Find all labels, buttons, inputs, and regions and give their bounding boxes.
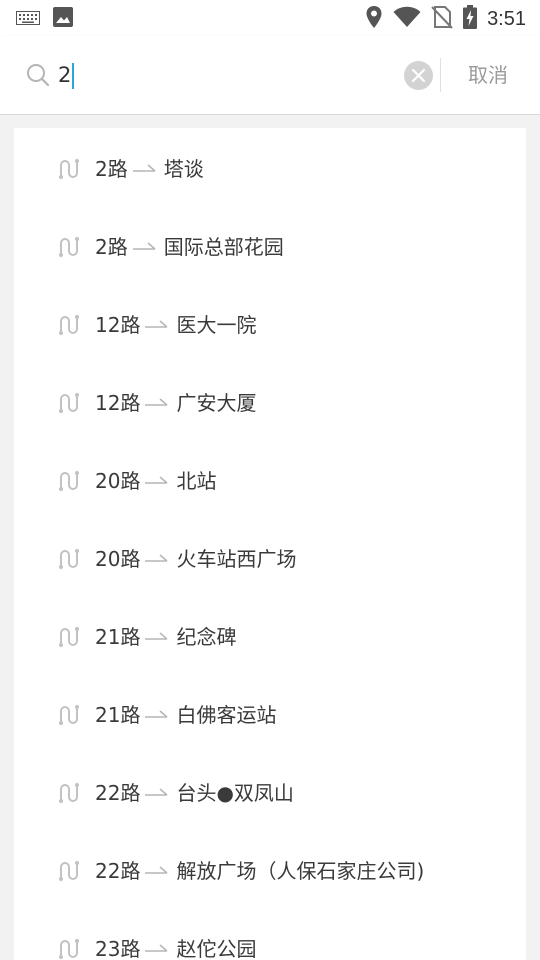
bus-route-icon	[58, 236, 80, 258]
clear-search-button[interactable]	[404, 61, 433, 90]
no-sim-icon	[431, 5, 453, 33]
route-name: 2路	[95, 157, 128, 181]
destination-name: 塔谈	[163, 157, 204, 181]
result-item[interactable]: 2路 塔谈	[14, 130, 526, 208]
result-item[interactable]: 21路 白佛客运站	[14, 676, 526, 754]
bus-route-icon	[58, 782, 80, 804]
destination-name: 台头●双凤山	[176, 781, 294, 805]
result-item[interactable]: 21路 纪念碑	[14, 598, 526, 676]
bus-route-icon	[58, 392, 80, 414]
arrow-right-icon	[145, 866, 168, 874]
arrow-right-icon	[145, 320, 168, 328]
close-icon	[411, 68, 426, 83]
destination-name: 国际总部花园	[163, 235, 284, 259]
arrow-right-icon	[145, 476, 168, 484]
status-bar: 3:51	[0, 0, 540, 36]
search-bar: 2 取消	[0, 36, 540, 115]
search-input-value: 2	[58, 63, 72, 87]
destination-name: 广安大厦	[176, 391, 257, 415]
route-name: 12路	[95, 313, 141, 337]
destination-name: 解放广场（人保石家庄公司)	[176, 859, 425, 883]
route-name: 23路	[95, 937, 141, 960]
result-text: 21路 白佛客运站	[95, 700, 276, 730]
result-item[interactable]: 20路 火车站西广场	[14, 520, 526, 598]
route-name: 20路	[95, 547, 141, 571]
result-item[interactable]: 22路 解放广场（人保石家庄公司)	[14, 832, 526, 910]
destination-name: 白佛客运站	[176, 703, 277, 727]
arrow-right-icon	[145, 632, 168, 640]
status-time: 3:51	[487, 8, 526, 30]
result-text: 21路 纪念碑	[95, 622, 236, 652]
destination-name: 火车站西广场	[176, 547, 297, 571]
arrow-right-icon	[145, 710, 168, 718]
result-item[interactable]: 2路 国际总部花园	[14, 208, 526, 286]
status-right: 3:51	[365, 5, 526, 33]
battery-charging-icon	[463, 5, 478, 33]
bus-route-icon	[58, 548, 80, 570]
destination-name: 医大一院	[176, 313, 257, 337]
result-item[interactable]: 22路 台头●双凤山	[14, 754, 526, 832]
result-text: 20路 北站	[95, 466, 216, 496]
bus-route-icon	[58, 470, 80, 492]
destination-name: 北站	[176, 469, 217, 493]
result-text: 22路 台头●双凤山	[95, 778, 294, 808]
result-item[interactable]: 20路 北站	[14, 442, 526, 520]
result-item[interactable]: 23路 赵佗公园	[14, 910, 526, 960]
route-name: 2路	[95, 235, 128, 259]
route-name: 12路	[95, 391, 141, 415]
bus-route-icon	[58, 626, 80, 648]
route-name: 22路	[95, 859, 141, 883]
destination-name: 纪念碑	[176, 625, 237, 649]
keyboard-icon	[16, 10, 40, 29]
arrow-right-icon	[132, 242, 156, 250]
search-input[interactable]: 2	[58, 58, 398, 92]
location-icon	[365, 5, 383, 33]
result-item[interactable]: 12路 广安大厦	[14, 364, 526, 442]
arrow-right-icon	[145, 944, 168, 952]
wifi-icon	[393, 6, 421, 32]
bus-route-icon	[58, 314, 80, 336]
text-caret	[72, 63, 75, 89]
result-text: 22路 解放广场（人保石家庄公司)	[95, 856, 424, 886]
search-divider	[440, 58, 441, 92]
destination-name: 赵佗公园	[176, 937, 257, 960]
route-name: 21路	[95, 625, 141, 649]
route-name: 21路	[95, 703, 141, 727]
result-text: 23路 赵佗公园	[95, 934, 256, 960]
cancel-button[interactable]: 取消	[468, 58, 508, 92]
bus-route-icon	[58, 860, 80, 882]
result-list: 2路 塔谈 2路 国际总部花园 12路 医大一院 12路 广安大厦 20路 北站 20路火…	[14, 130, 526, 960]
arrow-right-icon	[145, 554, 168, 562]
result-text: 12路 广安大厦	[95, 388, 256, 418]
bus-route-icon	[58, 158, 80, 180]
results-card: 2路 塔谈 2路 国际总部花园 12路 医大一院 12路 广安大厦 20路 北站 20路火…	[14, 128, 526, 960]
status-left	[16, 6, 74, 32]
result-text: 12路 医大一院	[95, 310, 256, 340]
result-item[interactable]: 12路 医大一院	[14, 286, 526, 364]
result-text: 20路 火车站西广场	[95, 544, 296, 574]
arrow-right-icon	[132, 164, 156, 172]
route-name: 20路	[95, 469, 141, 493]
result-text: 2路 国际总部花园	[95, 232, 284, 262]
search-icon	[26, 63, 50, 87]
arrow-right-icon	[145, 788, 168, 796]
result-text: 2路 塔谈	[95, 154, 204, 184]
route-name: 22路	[95, 781, 141, 805]
bus-route-icon	[58, 938, 80, 960]
bus-route-icon	[58, 704, 80, 726]
arrow-right-icon	[145, 398, 168, 406]
image-icon	[52, 6, 74, 32]
